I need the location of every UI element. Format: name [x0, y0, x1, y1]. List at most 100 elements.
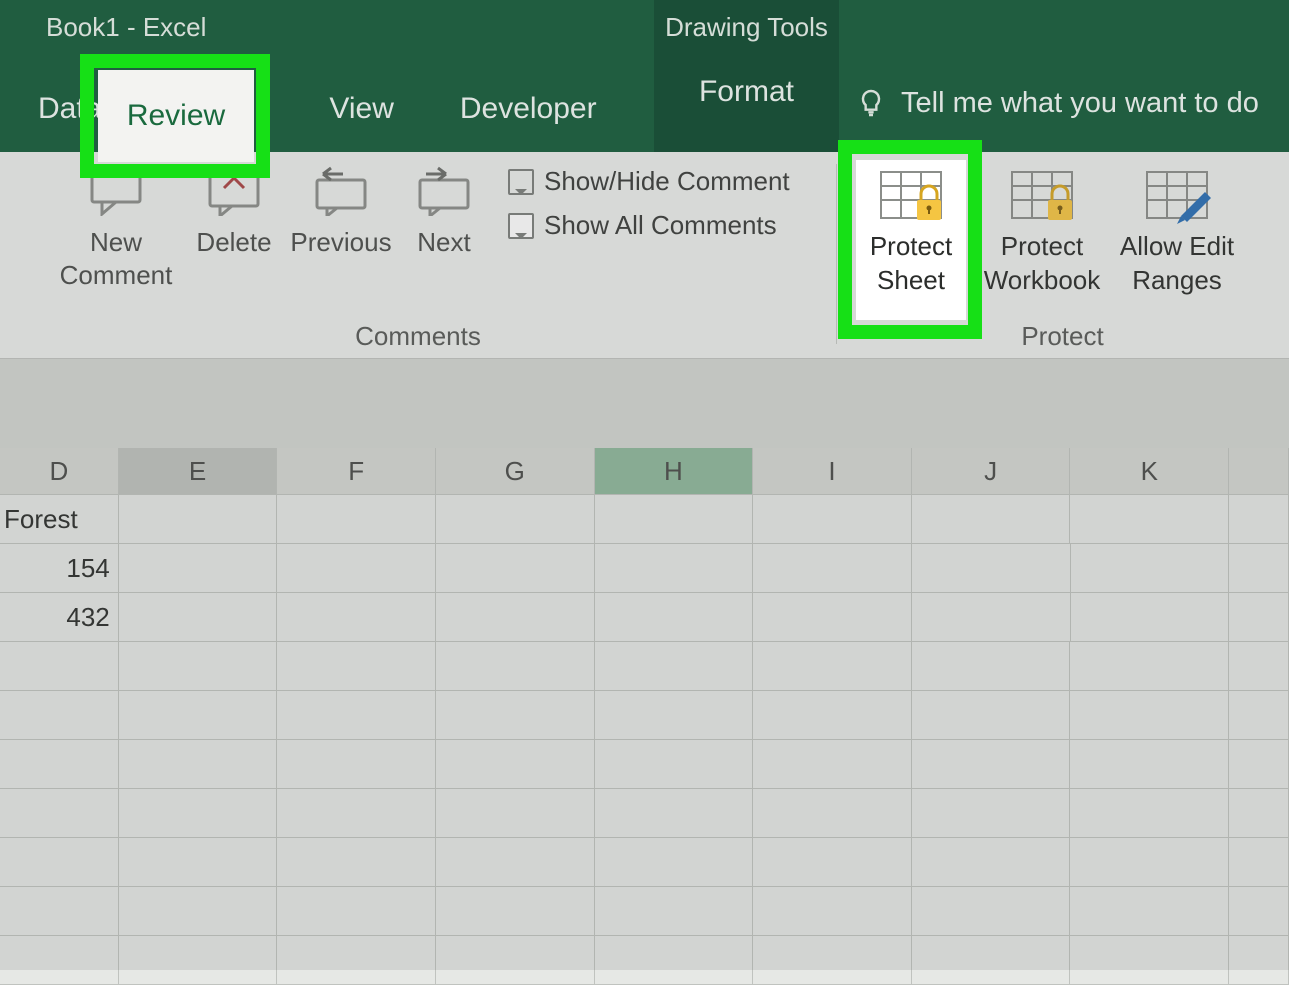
- show-hide-comment-button[interactable]: Show/Hide Comment: [508, 166, 790, 197]
- cell[interactable]: [119, 495, 278, 544]
- cell[interactable]: [1071, 593, 1230, 642]
- cell[interactable]: [436, 936, 595, 985]
- tab-developer[interactable]: Developer: [442, 88, 615, 152]
- cell[interactable]: 154: [0, 544, 119, 593]
- cell[interactable]: [753, 740, 912, 789]
- cell[interactable]: [912, 691, 1071, 740]
- cell[interactable]: [595, 838, 754, 887]
- cell[interactable]: [912, 495, 1071, 544]
- cell[interactable]: [753, 936, 912, 985]
- spreadsheet-grid[interactable]: D E F G H I J K Forest 154: [0, 448, 1289, 985]
- cell[interactable]: [119, 887, 278, 936]
- cell[interactable]: [277, 544, 436, 593]
- cell[interactable]: [0, 642, 119, 691]
- cell[interactable]: [0, 789, 119, 838]
- new-comment-button[interactable]: New Comment: [46, 152, 186, 291]
- cell[interactable]: [1070, 789, 1229, 838]
- cell[interactable]: [277, 495, 436, 544]
- column-header-k[interactable]: K: [1070, 448, 1229, 495]
- cell[interactable]: [595, 495, 754, 544]
- cell[interactable]: [753, 887, 912, 936]
- cell[interactable]: [595, 740, 754, 789]
- cell[interactable]: [1229, 642, 1289, 691]
- show-all-comments-button[interactable]: Show All Comments: [508, 210, 777, 241]
- delete-comment-button[interactable]: Delete: [186, 152, 282, 259]
- cell[interactable]: [1229, 936, 1289, 985]
- cell[interactable]: [912, 544, 1071, 593]
- previous-comment-button[interactable]: Previous: [286, 152, 396, 259]
- cell[interactable]: [1229, 838, 1289, 887]
- cell[interactable]: [1229, 740, 1289, 789]
- cell[interactable]: [1229, 544, 1289, 593]
- cell[interactable]: [0, 691, 119, 740]
- cell[interactable]: [436, 544, 595, 593]
- protect-workbook-button[interactable]: Protect Workbook: [982, 160, 1102, 298]
- cell[interactable]: [595, 593, 754, 642]
- cell[interactable]: [436, 642, 595, 691]
- tell-me-search[interactable]: Tell me what you want to do: [855, 54, 1259, 152]
- cell[interactable]: [277, 936, 436, 985]
- cell[interactable]: [753, 789, 912, 838]
- tab-review[interactable]: Review: [98, 70, 254, 162]
- cell[interactable]: [595, 544, 754, 593]
- column-header-edge[interactable]: [1229, 448, 1289, 495]
- cell[interactable]: [1070, 838, 1229, 887]
- cell[interactable]: [912, 838, 1071, 887]
- column-header-f[interactable]: F: [277, 448, 436, 495]
- cell[interactable]: [1229, 789, 1289, 838]
- column-header-e[interactable]: E: [119, 448, 278, 495]
- cell[interactable]: [436, 789, 595, 838]
- cell[interactable]: [1070, 887, 1229, 936]
- cell[interactable]: [436, 691, 595, 740]
- cell[interactable]: [1229, 495, 1289, 544]
- cell[interactable]: [595, 642, 754, 691]
- cell[interactable]: [912, 936, 1071, 985]
- cell[interactable]: [436, 495, 595, 544]
- cell[interactable]: [912, 642, 1071, 691]
- cell[interactable]: [595, 936, 754, 985]
- cell[interactable]: [119, 740, 278, 789]
- cell[interactable]: [1229, 593, 1289, 642]
- cell[interactable]: [119, 642, 278, 691]
- column-header-d[interactable]: D: [0, 448, 119, 495]
- cell[interactable]: [119, 691, 278, 740]
- cell[interactable]: [0, 887, 119, 936]
- cell[interactable]: [1070, 642, 1229, 691]
- next-comment-button[interactable]: Next: [404, 152, 484, 259]
- cell[interactable]: Forest: [0, 495, 119, 544]
- cell[interactable]: [436, 593, 595, 642]
- cell[interactable]: [436, 838, 595, 887]
- cell[interactable]: [753, 642, 912, 691]
- cell[interactable]: [119, 936, 278, 985]
- cell[interactable]: [436, 740, 595, 789]
- cell[interactable]: [1229, 691, 1289, 740]
- cell[interactable]: [1070, 740, 1229, 789]
- cell[interactable]: [119, 544, 278, 593]
- column-header-h[interactable]: H: [595, 448, 754, 495]
- cell[interactable]: [1070, 936, 1229, 985]
- cell[interactable]: [436, 887, 595, 936]
- cell[interactable]: [1229, 887, 1289, 936]
- cell[interactable]: [119, 593, 278, 642]
- cell[interactable]: [0, 838, 119, 887]
- cell[interactable]: [912, 887, 1071, 936]
- tab-format[interactable]: Format: [654, 54, 839, 152]
- cell[interactable]: [277, 691, 436, 740]
- cell[interactable]: [595, 691, 754, 740]
- cell[interactable]: [595, 887, 754, 936]
- cell[interactable]: [753, 495, 912, 544]
- cell[interactable]: [753, 544, 912, 593]
- cell[interactable]: [753, 691, 912, 740]
- allow-edit-ranges-button[interactable]: Allow Edit Ranges: [1112, 160, 1242, 298]
- cell[interactable]: [1071, 544, 1230, 593]
- cell[interactable]: [753, 838, 912, 887]
- cell[interactable]: [119, 838, 278, 887]
- cell[interactable]: [277, 642, 436, 691]
- cell[interactable]: [1070, 495, 1229, 544]
- cell[interactable]: 432: [0, 593, 119, 642]
- cell[interactable]: [277, 740, 436, 789]
- cell[interactable]: [912, 740, 1071, 789]
- cell[interactable]: [277, 593, 436, 642]
- cell[interactable]: [277, 789, 436, 838]
- cell[interactable]: [277, 838, 436, 887]
